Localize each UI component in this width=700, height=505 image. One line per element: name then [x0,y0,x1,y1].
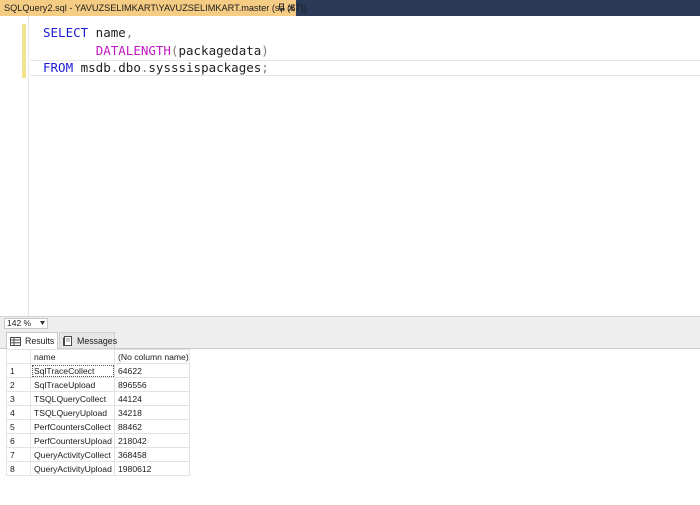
sql-keyword: SELECT [43,25,89,40]
row-number-cell[interactable]: 7 [6,447,31,462]
row-number-cell[interactable]: 1 [6,363,31,378]
row-number-cell[interactable]: 8 [6,461,31,476]
pin-icon[interactable] [277,3,286,13]
close-icon[interactable] [287,3,296,13]
table-row[interactable]: 1 SqlTraceCollect 64622 [6,363,190,378]
datalength-cell[interactable]: 1980612 [114,461,190,476]
results-grid: name (No column name) 1 SqlTraceCollect 64… [6,349,190,476]
row-number-cell[interactable]: 5 [6,419,31,434]
sql-token: sysssispackages [148,60,262,75]
tab-sqlquery2[interactable]: SQLQuery2.sql - YAVUZSELIMKART\YAVUZSELI… [0,0,307,16]
datalength-cell[interactable]: 34218 [114,405,190,420]
results-grid-icon [10,336,21,346]
zoom-select[interactable]: 142 % [4,318,48,329]
messages-icon [63,335,72,346]
table-row[interactable]: 2 SqlTraceUpload 896556 [6,377,190,392]
code-line[interactable]: DATALENGTH(packagedata) [43,43,269,59]
row-number-cell[interactable]: 3 [6,391,31,406]
name-cell[interactable]: SqlTraceCollect [30,363,115,378]
sql-token: packagedata [178,43,262,58]
name-cell[interactable]: PerfCountersUpload [30,433,115,448]
name-cell[interactable]: SqlTraceUpload [30,377,115,392]
name-cell[interactable]: PerfCountersCollect [30,419,115,434]
code-line[interactable]: SELECT name, [43,25,133,41]
results-tabstrip: Results Messages [0,330,700,349]
table-row[interactable]: 5 PerfCountersCollect 88462 [6,419,190,434]
table-row[interactable]: 6 PerfCountersUpload 218042 [6,433,190,448]
row-number-cell[interactable]: 2 [6,377,31,392]
tab-results-label: Results [25,336,55,346]
editor-margin-line [28,16,29,316]
table-row[interactable]: 8 QueryActivityUpload 1980612 [6,461,190,476]
zoom-bar: 142 % [0,316,700,330]
datalength-cell[interactable]: 88462 [114,419,190,434]
results-grid-area: name (No column name) 1 SqlTraceCollect 64… [0,349,700,505]
tab-title: SQLQuery2.sql - YAVUZSELIMKART\YAVUZSELI… [4,3,307,13]
datalength-cell[interactable]: 368458 [114,447,190,462]
chevron-down-icon [40,321,45,325]
table-row[interactable]: 7 QueryActivityCollect 368458 [6,447,190,462]
name-cell[interactable]: TSQLQueryUpload [30,405,115,420]
grid-header-row: name (No column name) [6,349,190,364]
sql-function: DATALENGTH [95,43,171,58]
sql-token: ) [261,43,269,58]
column-header-name[interactable]: name [30,349,115,364]
sql-token: dbo [118,60,141,75]
datalength-cell[interactable]: 44124 [114,391,190,406]
datalength-cell[interactable]: 218042 [114,433,190,448]
name-cell[interactable]: QueryActivityCollect [30,447,115,462]
change-tracking-margin [22,24,26,78]
tab-messages-label: Messages [77,335,118,346]
column-header-rownum[interactable] [6,349,31,364]
zoom-value: 142 % [7,318,32,328]
datalength-cell[interactable]: 64622 [114,363,190,378]
row-number-cell[interactable]: 4 [6,405,31,420]
query-editor[interactable]: SELECT name, DATALENGTH(packagedata) FRO… [0,16,700,316]
column-header-no-column-name[interactable]: (No column name) [114,349,190,364]
tab-results[interactable]: Results [6,332,58,349]
sql-keyword: FROM [43,60,74,75]
tab-messages[interactable]: Messages [59,332,118,349]
name-cell[interactable]: TSQLQueryCollect [30,391,115,406]
sql-token: msdb [73,60,111,75]
sql-token: ; [261,60,269,75]
code-line[interactable]: FROM msdb.dbo.sysssispackages; [43,60,269,76]
datalength-cell[interactable]: 896556 [114,377,190,392]
sql-token: , [125,25,134,40]
name-cell[interactable]: QueryActivityUpload [30,461,115,476]
row-number-cell[interactable]: 6 [6,433,31,448]
sql-token: name [88,25,126,40]
table-row[interactable]: 4 TSQLQueryUpload 34218 [6,405,190,420]
table-row[interactable]: 3 TSQLQueryCollect 44124 [6,391,190,406]
document-tabstrip: SQLQuery2.sql - YAVUZSELIMKART\YAVUZSELI… [0,0,700,16]
